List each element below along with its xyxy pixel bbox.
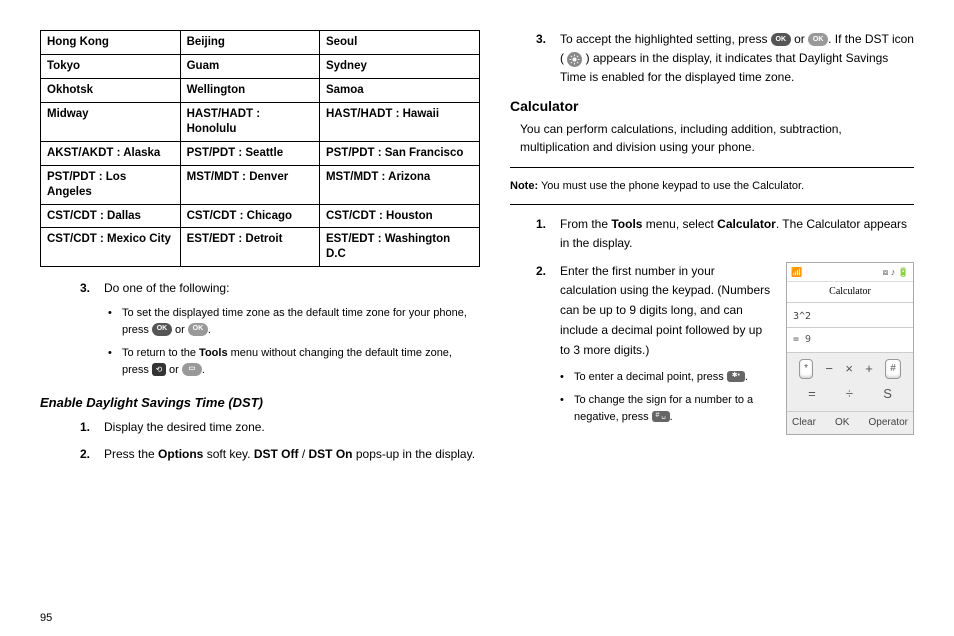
table-row: Hong KongBeijingSeoul [41, 31, 480, 55]
hash-key-icon: # ␣ [652, 411, 670, 422]
calc-step-2: 2. Enter the first number in your calcul… [536, 262, 914, 435]
calc-expression: 3^2 [787, 303, 913, 328]
back-key-icon: ⟲ [152, 363, 166, 376]
table-cell: CST/CDT : Houston [319, 204, 479, 228]
table-row: MidwayHAST/HADT : HonoluluHAST/HADT : Ha… [41, 102, 480, 141]
table-cell: Midway [41, 102, 181, 141]
bullet-decimal: • To enter a decimal point, press ✱•. [560, 369, 774, 386]
table-cell: Sydney [319, 54, 479, 78]
calc-operator-pad: * − × + # = ÷ S [787, 353, 913, 411]
softkey-clear: Clear [792, 415, 816, 431]
times-op: × [845, 359, 853, 380]
table-cell: Samoa [319, 78, 479, 102]
calculator-intro: You can perform calculations, including … [520, 120, 914, 157]
divider [510, 167, 914, 168]
table-cell: Okhotsk [41, 78, 181, 102]
left-step-3: 3. Do one of the following: • To set the… [80, 279, 480, 384]
ok-wide-icon: OK [808, 33, 828, 46]
table-cell: EST/EDT : Detroit [180, 228, 319, 267]
ok-icon: OK [152, 323, 172, 336]
table-row: OkhotskWellingtonSamoa [41, 78, 480, 102]
bullet-negative: • To change the sign for a number to a n… [560, 392, 774, 426]
bluetooth-icon: ⧈ ♪ 🔋 [883, 265, 909, 279]
asterisk-key: * [799, 359, 813, 379]
softkey-icon: ▭ [182, 363, 202, 376]
table-row: AKST/AKDT : AlaskaPST/PDT : SeattlePST/P… [41, 141, 480, 165]
calculator-screenshot: 📶 ⧈ ♪ 🔋 Calculator 3^2 = 9 * − × + # [786, 262, 914, 435]
calc-title: Calculator [787, 282, 913, 303]
plus-op: + [865, 359, 873, 380]
dst-step-2: 2. Press the Options soft key. DST Off /… [80, 445, 480, 464]
minus-op: − [825, 359, 833, 380]
table-cell: PST/PDT : San Francisco [319, 141, 479, 165]
table-cell: HAST/HADT : Hawaii [319, 102, 479, 141]
calculator-heading: Calculator [510, 98, 914, 114]
bullet-return-tools: • To return to the Tools menu without ch… [108, 345, 480, 379]
table-cell: HAST/HADT : Honolulu [180, 102, 319, 141]
dst-step-1: 1. Display the desired time zone. [80, 418, 480, 437]
ok-icon: OK [771, 33, 791, 46]
timezone-table: Hong KongBeijingSeoulTokyoGuamSydneyOkho… [40, 30, 480, 267]
table-cell: CST/CDT : Chicago [180, 204, 319, 228]
calc-step-1: 1. From the Tools menu, select Calculato… [536, 215, 914, 253]
page-number: 95 [40, 612, 52, 624]
bullet-set-default-tz: • To set the displayed time zone as the … [108, 305, 480, 339]
table-cell: Guam [180, 54, 319, 78]
table-row: TokyoGuamSydney [41, 54, 480, 78]
dst-heading: Enable Daylight Savings Time (DST) [40, 395, 480, 410]
status-bar: 📶 ⧈ ♪ 🔋 [787, 263, 913, 282]
table-cell: MST/MDT : Denver [180, 165, 319, 204]
table-cell: MST/MDT : Arizona [319, 165, 479, 204]
table-cell: CST/CDT : Mexico City [41, 228, 181, 267]
signal-icon: 📶 [791, 265, 802, 279]
divider [510, 204, 914, 205]
dst-sun-icon [567, 52, 582, 67]
table-cell: PST/PDT : Los Angeles [41, 165, 181, 204]
table-cell: Seoul [319, 31, 479, 55]
ok-wide-icon: OK [188, 323, 208, 336]
table-cell: Hong Kong [41, 31, 181, 55]
table-cell: PST/PDT : Seattle [180, 141, 319, 165]
calc-softkeys: Clear OK Operator [787, 411, 913, 434]
hash-key: # [885, 359, 901, 379]
equals-op: = [808, 384, 816, 405]
table-cell: AKST/AKDT : Alaska [41, 141, 181, 165]
table-cell: CST/CDT : Dallas [41, 204, 181, 228]
table-row: CST/CDT : Mexico CityEST/EDT : DetroitES… [41, 228, 480, 267]
s-op: S [883, 384, 892, 405]
softkey-ok: OK [835, 415, 849, 431]
right-step-3: 3. To accept the highlighted setting, pr… [536, 30, 914, 88]
divide-op: ÷ [846, 384, 853, 405]
table-cell: EST/EDT : Washington D.C [319, 228, 479, 267]
calc-result: = 9 [787, 328, 913, 353]
table-cell: Wellington [180, 78, 319, 102]
table-cell: Tokyo [41, 54, 181, 78]
softkey-operator: Operator [869, 415, 908, 431]
star-key-icon: ✱• [727, 371, 745, 382]
table-cell: Beijing [180, 31, 319, 55]
step-text: Do one of the following: [104, 281, 229, 295]
table-row: CST/CDT : DallasCST/CDT : ChicagoCST/CDT… [41, 204, 480, 228]
note: Note: You must use the phone keypad to u… [510, 178, 914, 195]
table-row: PST/PDT : Los AngelesMST/MDT : DenverMST… [41, 165, 480, 204]
